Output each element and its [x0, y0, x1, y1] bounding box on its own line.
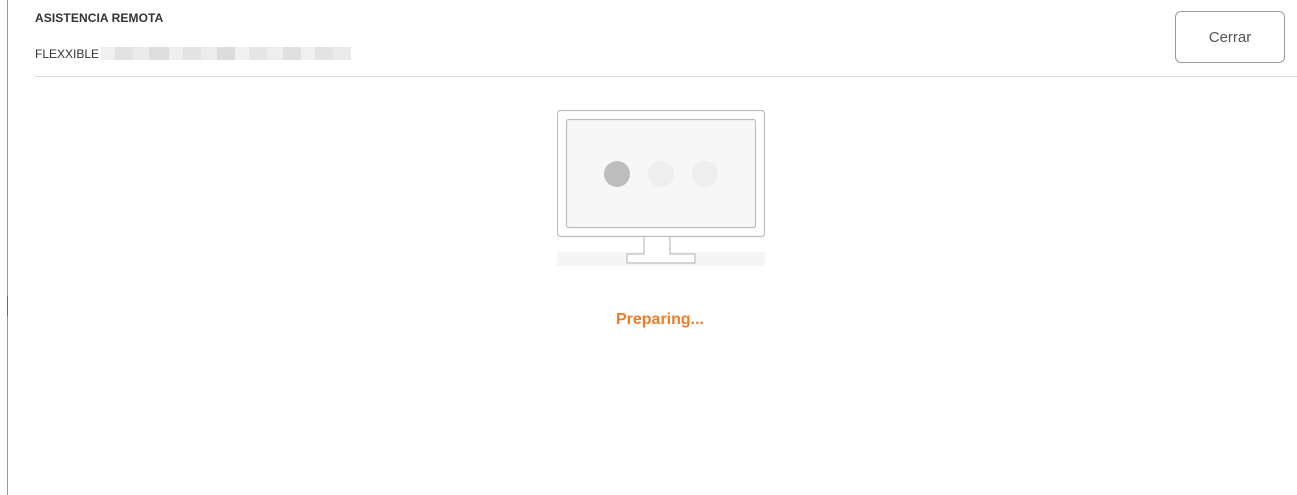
- close-button[interactable]: Cerrar: [1175, 11, 1285, 63]
- dialog-header: ASISTENCIA REMOTA FLEXXIBLE Cerrar: [35, 0, 1297, 77]
- loading-dot-3: [692, 161, 718, 187]
- status-text: Preparing...: [615, 311, 705, 328]
- device-name-row: FLEXXIBLE: [35, 45, 352, 62]
- monitor-loading-icon: [556, 109, 766, 266]
- dialog-title: ASISTENCIA REMOTA: [35, 11, 164, 25]
- loading-dot-1: [604, 161, 630, 187]
- redacted-device-suffix: [101, 47, 352, 60]
- left-border: [7, 0, 8, 495]
- loading-dot-2: [648, 161, 674, 187]
- device-name: FLEXXIBLE: [35, 46, 100, 61]
